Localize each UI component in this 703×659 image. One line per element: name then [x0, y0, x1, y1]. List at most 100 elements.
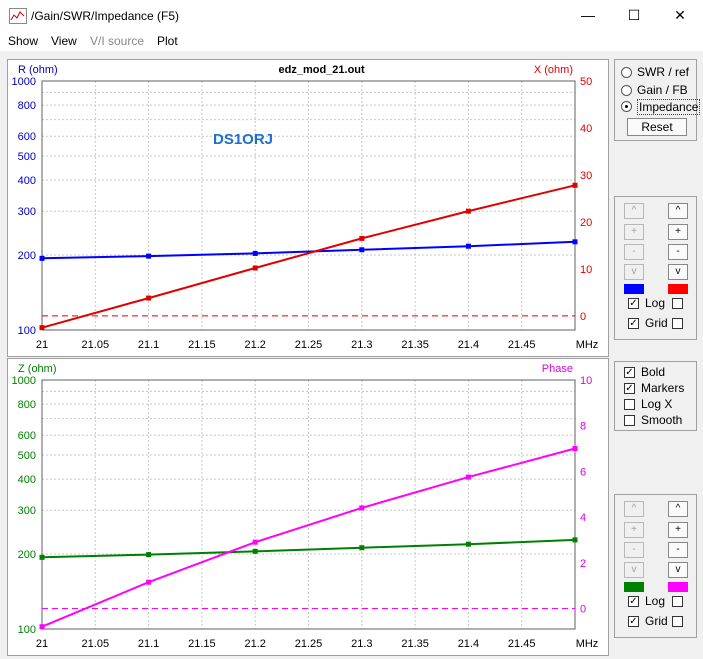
top-axis-controls: ^ + - v ^ + - v ✓ Log ✓ Grid	[614, 196, 697, 340]
radio-impedance[interactable]	[621, 101, 632, 112]
bottom-grid-right-checkbox[interactable]	[672, 616, 683, 627]
phase-color-swatch[interactable]	[668, 582, 688, 592]
series-1-marker	[465, 474, 471, 480]
bottom-log-label: Log	[645, 594, 666, 608]
series-1-marker	[39, 325, 45, 331]
menu-show[interactable]: Show	[8, 34, 38, 48]
chart-title: edz_mod_21.out	[279, 64, 366, 76]
impedance-plot-bottom: Z (ohm) Phase 100 200 300 400 500 600 800 1000 0 2 4…	[7, 358, 609, 656]
series-0-marker	[252, 250, 258, 256]
right-tick-label: 20	[580, 217, 592, 229]
series-1-marker	[572, 446, 578, 452]
x-tick-label: 21.15	[188, 339, 216, 351]
left-axis-zoom-in-button[interactable]: +	[624, 224, 644, 240]
series-0-marker	[359, 247, 365, 253]
right-axis-zoom-out-button[interactable]: -	[668, 244, 688, 260]
radio-impedance-label: Impedance	[637, 99, 701, 115]
x-tick-label: 21.05	[82, 339, 110, 351]
top-log-checkbox[interactable]: ✓	[628, 298, 639, 309]
left-axis-down-button[interactable]: v	[624, 264, 644, 280]
left-tick-label: 1000	[12, 375, 36, 387]
bottom-log-checkbox[interactable]: ✓	[628, 596, 639, 607]
logx-checkbox[interactable]	[624, 399, 635, 410]
right-axis-up-button[interactable]: ^	[668, 203, 688, 219]
left-tick-label: 100	[18, 325, 36, 337]
right-axis-zoom-in-button[interactable]: +	[668, 224, 688, 240]
z-phase-chart: Z (ohm) Phase 100 200 300 400 500 600 800 1000 0 2 4…	[12, 363, 599, 650]
x-tick-label: 21.25	[295, 339, 323, 351]
right-axis-down-button-2[interactable]: v	[668, 562, 688, 578]
bottom-grid-label: Grid	[645, 614, 668, 628]
x-tick-label: 21.3	[351, 638, 372, 650]
window-title: /Gain/SWR/Impedance (F5)	[31, 9, 180, 23]
left-tick-label: 800	[18, 100, 36, 112]
right-axis-zoom-out-button-2[interactable]: -	[668, 542, 688, 558]
left-tick-label: 200	[18, 250, 36, 262]
left-tick-label: 600	[18, 430, 36, 442]
right-axis-down-button[interactable]: v	[668, 264, 688, 280]
top-grid-checkbox[interactable]: ✓	[628, 318, 639, 329]
close-button[interactable]: ✕	[657, 0, 703, 31]
left-axis-zoom-out-button[interactable]: -	[624, 244, 644, 260]
right-tick-label: 0	[580, 603, 586, 615]
bold-checkbox[interactable]: ✓	[624, 367, 635, 378]
markers-checkbox[interactable]: ✓	[624, 383, 635, 394]
menu-plot[interactable]: Plot	[157, 34, 178, 48]
maximize-button[interactable]: ☐	[611, 0, 657, 31]
logx-label: Log X	[641, 397, 673, 411]
reset-button[interactable]: Reset	[627, 118, 687, 136]
right-tick-label: 50	[580, 76, 592, 88]
series-1-marker	[572, 182, 578, 188]
left-axis-zoom-out-button-2[interactable]: -	[624, 542, 644, 558]
series-1-marker	[359, 505, 365, 511]
radio-swr-label: SWR / ref	[637, 65, 690, 79]
top-log-right-checkbox[interactable]	[672, 298, 683, 309]
left-tick-label: 300	[18, 505, 36, 517]
x-tick-label: 21.45	[508, 638, 536, 650]
minimize-button[interactable]: —	[565, 0, 611, 31]
series-0-marker	[465, 243, 471, 249]
left-axis-up-button[interactable]: ^	[624, 203, 644, 219]
left-axis-down-button-2[interactable]: v	[624, 562, 644, 578]
x-unit-label: MHz	[576, 339, 599, 351]
radio-swr[interactable]	[621, 67, 632, 78]
x-color-swatch[interactable]	[668, 284, 688, 294]
x-tick-label: 21.35	[401, 638, 429, 650]
left-axis-up-button-2[interactable]: ^	[624, 501, 644, 517]
top-log-label: Log	[645, 296, 666, 310]
display-options: ✓ Bold ✓ Markers Log X Smooth	[614, 361, 697, 431]
r-x-chart: edz_mod_21.outDS1ORJR (ohm) X (ohm)100200…	[12, 64, 599, 351]
series-0-marker	[465, 541, 471, 547]
right-tick-label: 2	[580, 558, 586, 570]
bottom-axis-controls: ^ + - v ^ + - v ✓ Log ✓ Grid	[614, 494, 697, 638]
left-tick-label: 500	[18, 450, 36, 462]
smooth-checkbox[interactable]	[624, 415, 635, 426]
radio-gain[interactable]	[621, 85, 632, 96]
right-axis-label: Phase	[542, 363, 573, 375]
series-1-marker	[252, 539, 258, 545]
x-tick-label: 21	[36, 339, 48, 351]
left-axis-label: R (ohm)	[18, 64, 58, 76]
series-1-marker	[252, 265, 258, 271]
menu-vi-source[interactable]: V/I source	[90, 34, 144, 48]
left-axis-zoom-in-button-2[interactable]: +	[624, 522, 644, 538]
x-tick-label: 21.2	[244, 339, 265, 351]
x-tick-label: 21.45	[508, 339, 536, 351]
series-0-marker	[146, 552, 152, 558]
top-grid-right-checkbox[interactable]	[672, 318, 683, 329]
series-1-marker	[146, 579, 152, 585]
series-0-marker	[359, 545, 365, 551]
app-icon	[9, 8, 27, 24]
z-color-swatch[interactable]	[624, 582, 644, 592]
right-tick-label: 40	[580, 123, 592, 135]
bottom-grid-checkbox[interactable]: ✓	[628, 616, 639, 627]
right-axis-label: X (ohm)	[534, 64, 573, 76]
right-axis-zoom-in-button-2[interactable]: +	[668, 522, 688, 538]
r-color-swatch[interactable]	[624, 284, 644, 294]
right-axis-up-button-2[interactable]: ^	[668, 501, 688, 517]
x-tick-label: 21.1	[138, 638, 159, 650]
menu-view[interactable]: View	[51, 34, 77, 48]
left-tick-label: 400	[18, 474, 36, 486]
bottom-log-right-checkbox[interactable]	[672, 596, 683, 607]
left-tick-label: 100	[18, 624, 36, 636]
